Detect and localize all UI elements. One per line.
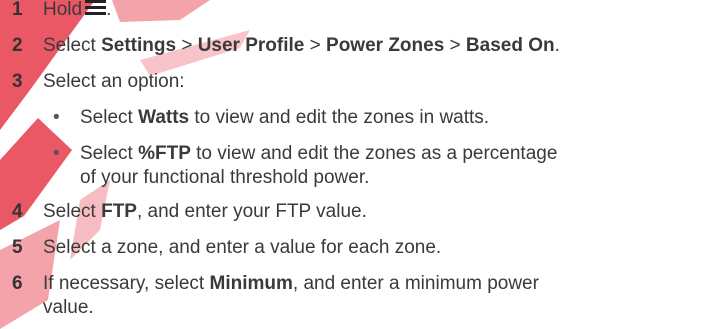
option-text: Select %FTP to view and edit the zones a…	[80, 143, 558, 188]
step-text: Select FTP, and enter your FTP value.	[43, 201, 367, 222]
bullet: •	[53, 143, 60, 164]
menu-path-power-zones: Power Zones	[326, 35, 445, 56]
step-number: 3	[12, 71, 23, 92]
step-text: Hold.	[43, 0, 112, 20]
step-text: Select an option:	[43, 71, 185, 92]
step-number: 1	[12, 0, 23, 20]
step-number: 2	[12, 35, 23, 56]
step-text: Select Settings > User Profile > Power Z…	[43, 35, 560, 56]
option-text: Select Watts to view and edit the zones …	[80, 107, 490, 128]
instruction-list: 1 Hold. 2 Select Settings > User Profile…	[0, 0, 712, 329]
step-number: 6	[12, 273, 23, 294]
step-number: 4	[12, 201, 23, 222]
step-text: If necessary, select Minimum, and enter …	[43, 273, 539, 318]
step-number: 5	[12, 237, 23, 258]
bullet: •	[53, 107, 60, 128]
menu-path-based-on: Based On	[465, 35, 555, 56]
menu-path-user-profile: User Profile	[197, 35, 305, 56]
menu-icon	[85, 0, 107, 16]
menu-path-settings: Settings	[101, 35, 177, 56]
step-text: Select a zone, and enter a value for eac…	[43, 237, 442, 258]
